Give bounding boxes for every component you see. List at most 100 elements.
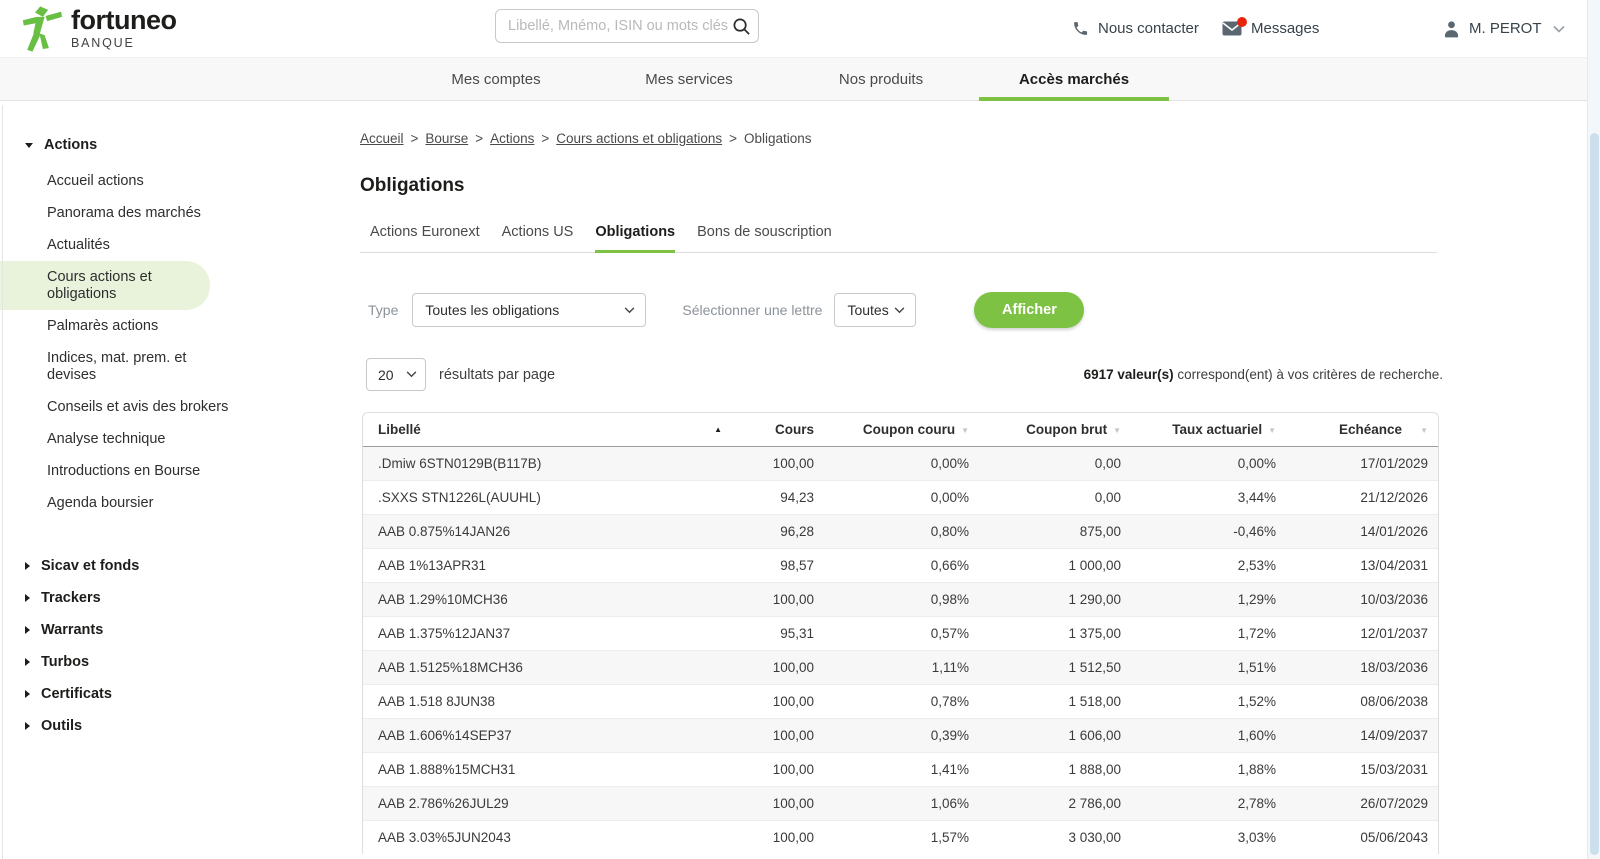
cell-value: 3 030,00	[981, 819, 1133, 854]
breadcrumb-link-bourse[interactable]: Bourse	[425, 131, 468, 146]
cell-value: 18/03/2036	[1288, 649, 1438, 684]
sidebar-section-warrants[interactable]: Warrants	[0, 614, 360, 646]
tab-actions-us[interactable]: Actions US	[502, 224, 574, 252]
nav-item-mes-services[interactable]: Mes services	[645, 58, 733, 101]
cell-value: 0,00%	[930, 455, 969, 471]
column-header-coupon-brut[interactable]: Coupon brut ▼	[981, 413, 1133, 447]
sidebar-item-analyse-technique[interactable]: Analyse technique	[0, 423, 250, 455]
cell-value: 14/09/2037	[1288, 717, 1438, 752]
messages-link[interactable]: Messages	[1222, 0, 1319, 57]
cell-libelle: AAB 1.29%10MCH36	[363, 581, 758, 616]
sidebar-section-label: Turbos	[41, 654, 90, 670]
sidebar-item-accueil-actions[interactable]: Accueil actions	[0, 165, 250, 197]
user-name: M. PEROT	[1469, 20, 1542, 37]
sidebar-section-actions[interactable]: Actions	[0, 129, 360, 161]
tab-obligations[interactable]: Obligations	[595, 224, 675, 253]
sidebar-section-turbos[interactable]: Turbos	[0, 646, 360, 678]
sidebar-item-palmares-actions[interactable]: Palmarès actions	[0, 310, 250, 342]
table-row[interactable]: AAB 2.786%26JUL29 100,00 1,06% 2 786,00 2,78…	[363, 785, 1438, 820]
triangle-right-icon	[25, 594, 30, 602]
table-row[interactable]: AAB 0.875%14JAN26 96,28 0,80% 875,00 -0,46% 1…	[363, 513, 1438, 548]
nav-item-nos-produits[interactable]: Nos produits	[839, 58, 923, 101]
cell-libelle: AAB 1.5125%18MCH36	[363, 649, 758, 684]
sidebar-item-cours-actions-et-obligations[interactable]: Cours actions et obligations	[0, 261, 210, 310]
nav-item-mes-comptes[interactable]: Mes comptes	[451, 58, 540, 101]
chevron-down-icon	[624, 306, 635, 313]
breadcrumb-link-actions[interactable]: Actions	[490, 131, 534, 146]
table-row[interactable]: .Dmiw 6STN0129B(B117B) 100,00 0,00% 0,00 0,0…	[363, 446, 1438, 480]
breadcrumb-link-accueil[interactable]: Accueil	[360, 131, 404, 146]
sidebar-section-trackers[interactable]: Trackers	[0, 582, 360, 614]
breadcrumb-link-cours-actions-et-obligations[interactable]: Cours actions et obligations	[556, 131, 722, 146]
sidebar-section-certificats[interactable]: Certificats	[0, 678, 360, 710]
cell-value: 26/07/2029	[1288, 785, 1438, 820]
results-count: 6917 valeur(s) correspond(ent) à vos cri…	[1084, 367, 1443, 382]
type-select[interactable]: Toutes les obligations	[412, 293, 647, 327]
column-header-echeance[interactable]: Echéance ▼	[1288, 413, 1438, 447]
magnifier-icon[interactable]	[732, 17, 751, 36]
cell-value: 100,00	[758, 683, 826, 718]
cell-value: 95,31	[758, 615, 826, 650]
sidebar-section-outils[interactable]: Outils	[0, 710, 360, 742]
cell-value: 1,88%	[1133, 751, 1288, 786]
sidebar-item-agenda-boursier[interactable]: Agenda boursier	[0, 487, 250, 519]
table-row[interactable]: AAB 1.888%15MCH31 100,00 1,41% 1 888,00 1,88…	[363, 751, 1438, 786]
contact-label: Nous contacter	[1098, 20, 1199, 37]
nav-item-acces-marches[interactable]: Accès marchés	[1019, 58, 1129, 101]
afficher-button[interactable]: Afficher	[974, 292, 1085, 328]
cell-value: 0,57%	[826, 615, 981, 650]
triangle-right-icon	[25, 626, 30, 634]
cell-value: 0,98%	[826, 581, 981, 616]
search-input[interactable]	[508, 18, 732, 34]
table-row[interactable]: AAB 1.606%14SEP37 100,00 0,39% 1 606,00 1,60…	[363, 717, 1438, 752]
main-content: Accueil > Bourse > Actions > Cours actions et …	[360, 101, 1445, 854]
breadcrumb-separator: >	[410, 131, 419, 146]
column-label: Libellé	[378, 421, 421, 437]
column-header-taux-actuariel[interactable]: Taux actuariel ▼	[1133, 413, 1288, 447]
column-label: Coupon brut	[1026, 421, 1108, 437]
table-row[interactable]: AAB 1.518 8JUN38 100,00 0,78% 1 518,00 1,52%…	[363, 683, 1438, 718]
cell-libelle: AAB 1.888%15MCH31	[363, 751, 758, 786]
user-menu[interactable]: M. PEROT	[1443, 0, 1565, 57]
column-header-coupon-couru[interactable]: Coupon couru ▼	[826, 413, 981, 447]
sidebar-section: Certificats	[0, 678, 360, 710]
sidebar-item-conseils-et-avis-des-brokers[interactable]: Conseils et avis des brokers	[0, 391, 250, 423]
cell-value: 0,00%	[1237, 455, 1276, 471]
tab-bons-de-souscription[interactable]: Bons de souscription	[697, 224, 832, 252]
cell-value: 1 888,00	[981, 751, 1133, 786]
letter-select[interactable]: Toutes	[834, 293, 917, 327]
column-header-cours[interactable]: Cours	[758, 413, 826, 447]
table-row[interactable]: AAB 3.03%5JUN2043 100,00 1,57% 3 030,00 3,03…	[363, 819, 1438, 854]
page-scrollbar[interactable]	[1587, 0, 1600, 859]
sidebar-section: Outils	[0, 710, 360, 742]
per-page-label: résultats par page	[439, 366, 556, 383]
logo-text: fortuneo BANQUE	[71, 5, 177, 50]
table-row[interactable]: AAB 1.5125%18MCH36 100,00 1,11% 1 512,50 1,5…	[363, 649, 1438, 684]
sidebar-item-indices-mat-prem-et-devises[interactable]: Indices, mat. prem. et devises	[0, 342, 250, 391]
cell-value: 1 375,00	[981, 615, 1133, 650]
table-row[interactable]: AAB 1%13APR31 98,57 0,66% 1 000,00 2,53% 13/0…	[363, 547, 1438, 582]
cell-value: 1,51%	[1133, 649, 1288, 684]
table-row[interactable]: AAB 1.29%10MCH36 100,00 0,98% 1 290,00 1,29%…	[363, 581, 1438, 616]
column-label: Cours	[774, 421, 814, 437]
sidebar-section-label: Sicav et fonds	[41, 558, 140, 574]
sidebar-item-panorama-des-marches[interactable]: Panorama des marchés	[0, 197, 250, 229]
page: fortuneo BANQUE Nous contacter	[0, 0, 1600, 859]
table-row[interactable]: AAB 1.375%12JAN37 95,31 0,57% 1 375,00 1,72%…	[363, 615, 1438, 650]
tab-actions-euronext[interactable]: Actions Euronext	[370, 224, 480, 252]
per-page-select[interactable]: 20	[366, 358, 426, 391]
cell-value: 21/12/2026	[1288, 479, 1438, 514]
sidebar-section-sicav-et-fonds[interactable]: Sicav et fonds	[0, 550, 360, 582]
cell-value: 14/01/2026	[1288, 513, 1438, 548]
sidebar-item-actualites[interactable]: Actualités	[0, 229, 250, 261]
table-row[interactable]: .SXXS STN1226L(AUUHL) 94,23 0,00% 0,00 3,44%…	[363, 479, 1438, 514]
cell-value: 0,39%	[826, 717, 981, 752]
scrollbar-thumb[interactable]	[1590, 133, 1599, 855]
column-header-libelle[interactable]: Libellé ▲	[363, 413, 758, 447]
cell-value: 100,00	[758, 649, 826, 684]
sidebar-item-introductions-en-bourse[interactable]: Introductions en Bourse	[0, 455, 250, 487]
phone-icon	[1074, 22, 1088, 35]
fortuneo-logo[interactable]: fortuneo BANQUE	[22, 5, 177, 53]
sidebar-section: Turbos	[0, 646, 360, 678]
contact-link[interactable]: Nous contacter	[1072, 0, 1199, 57]
